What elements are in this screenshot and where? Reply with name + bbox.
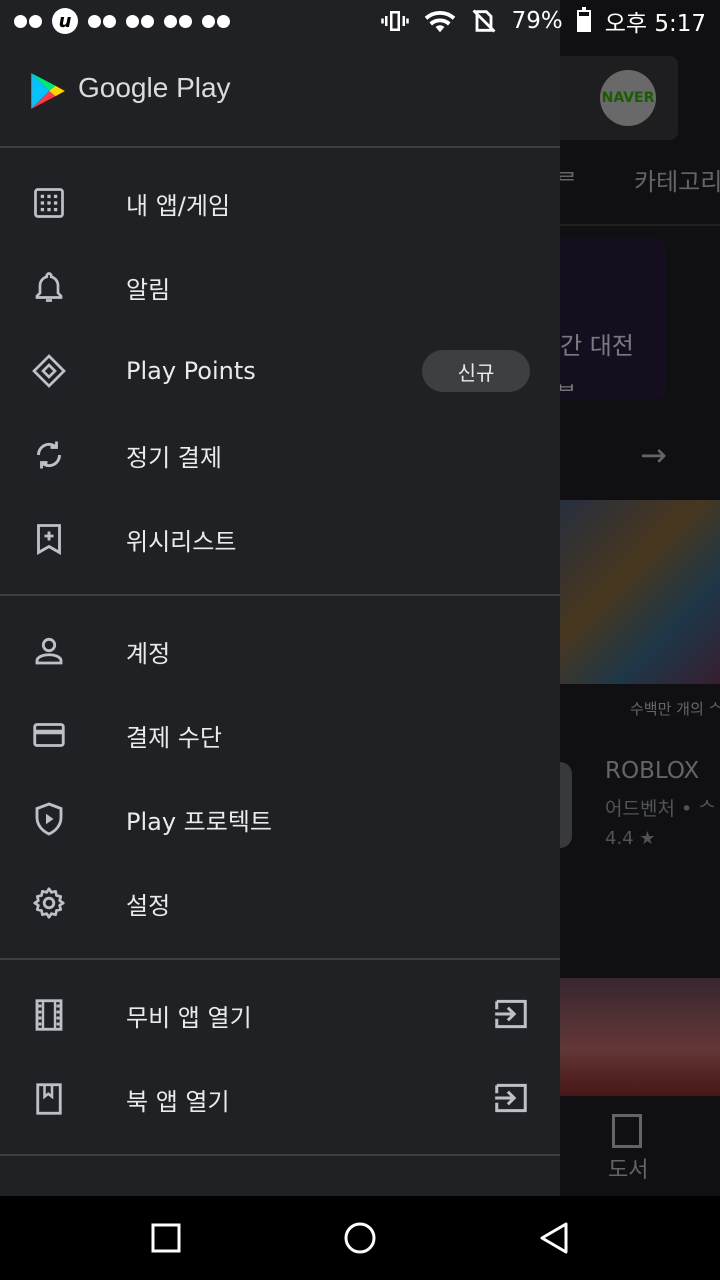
divider xyxy=(0,1154,560,1156)
menu-label: 내 앱/게임 xyxy=(126,191,231,220)
back-button[interactable] xyxy=(534,1218,574,1258)
refresh-icon xyxy=(29,435,69,475)
divider xyxy=(0,958,560,960)
menu-label: Play Points xyxy=(126,357,256,385)
recents-icon xyxy=(151,1223,181,1253)
menu-item-my-apps[interactable]: 내 앱/게임 xyxy=(0,161,560,245)
menu-label: 정기 결제 xyxy=(126,443,222,472)
film-icon xyxy=(29,995,69,1035)
diamond-icon xyxy=(29,351,69,391)
menu-label: 설정 xyxy=(126,891,171,920)
menu-label: Play 프로텍트 xyxy=(126,807,272,836)
google-play-logo-icon xyxy=(31,73,65,109)
bell-icon xyxy=(29,267,69,307)
brand-title: Google Play xyxy=(78,72,231,103)
open-app-icon[interactable] xyxy=(492,1079,530,1117)
messenger-icon xyxy=(202,14,230,28)
status-bar: u 79% 오후 5:17 xyxy=(0,0,720,42)
notification-icons: u xyxy=(14,8,230,34)
wifi-icon xyxy=(424,10,455,33)
home-icon xyxy=(344,1222,376,1254)
messenger-icon xyxy=(164,14,192,28)
menu-item-play-protect[interactable]: Play 프로텍트 xyxy=(0,777,560,861)
divider xyxy=(0,594,560,596)
credit-card-icon xyxy=(29,715,69,755)
battery-icon xyxy=(576,7,591,32)
menu-item-open-movies[interactable]: 무비 앱 열기 xyxy=(0,973,560,1057)
clock: 오후 5:17 xyxy=(604,11,706,37)
book-icon xyxy=(29,1079,69,1119)
person-icon xyxy=(29,631,69,671)
apps-grid-icon xyxy=(29,183,69,223)
menu-label: 북 앱 열기 xyxy=(126,1087,230,1116)
home-button[interactable] xyxy=(340,1218,380,1258)
menu-label: 알림 xyxy=(126,275,171,304)
no-sim-icon xyxy=(472,9,496,33)
bookmark-add-icon xyxy=(29,519,69,559)
new-badge: 신규 xyxy=(422,350,530,392)
recents-button[interactable] xyxy=(146,1218,186,1258)
navigation-drawer: Google Play 내 앱/게임 알림 Play Points 신규 정기 … xyxy=(0,0,560,1196)
open-app-icon[interactable] xyxy=(492,995,530,1033)
menu-item-wishlist[interactable]: 위시리스트 xyxy=(0,497,560,581)
menu-label: 무비 앱 열기 xyxy=(126,1003,252,1032)
menu-item-notifications[interactable]: 알림 xyxy=(0,245,560,329)
menu-label: 위시리스트 xyxy=(126,527,237,556)
back-icon xyxy=(540,1222,568,1254)
battery-percent: 79% xyxy=(511,8,563,34)
shield-play-icon xyxy=(29,799,69,839)
menu-item-account[interactable]: 계정 xyxy=(0,609,560,693)
messenger-icon xyxy=(14,14,42,28)
drawer-header: Google Play xyxy=(0,42,560,147)
menu-item-settings[interactable]: 설정 xyxy=(0,861,560,945)
system-nav-bar xyxy=(0,1196,720,1280)
divider xyxy=(0,146,560,148)
app-u-icon: u xyxy=(52,8,78,34)
menu-label: 계정 xyxy=(126,639,171,668)
menu-item-play-points[interactable]: Play Points 신규 xyxy=(0,329,560,413)
menu-label: 결제 수단 xyxy=(126,723,222,752)
messenger-icon xyxy=(126,14,154,28)
menu-item-subscriptions[interactable]: 정기 결제 xyxy=(0,413,560,497)
menu-item-open-books[interactable]: 북 앱 열기 xyxy=(0,1057,560,1141)
vibrate-icon xyxy=(380,11,409,31)
messenger-icon xyxy=(88,14,116,28)
menu-item-payment-methods[interactable]: 결제 수단 xyxy=(0,693,560,777)
gear-icon xyxy=(29,883,69,923)
